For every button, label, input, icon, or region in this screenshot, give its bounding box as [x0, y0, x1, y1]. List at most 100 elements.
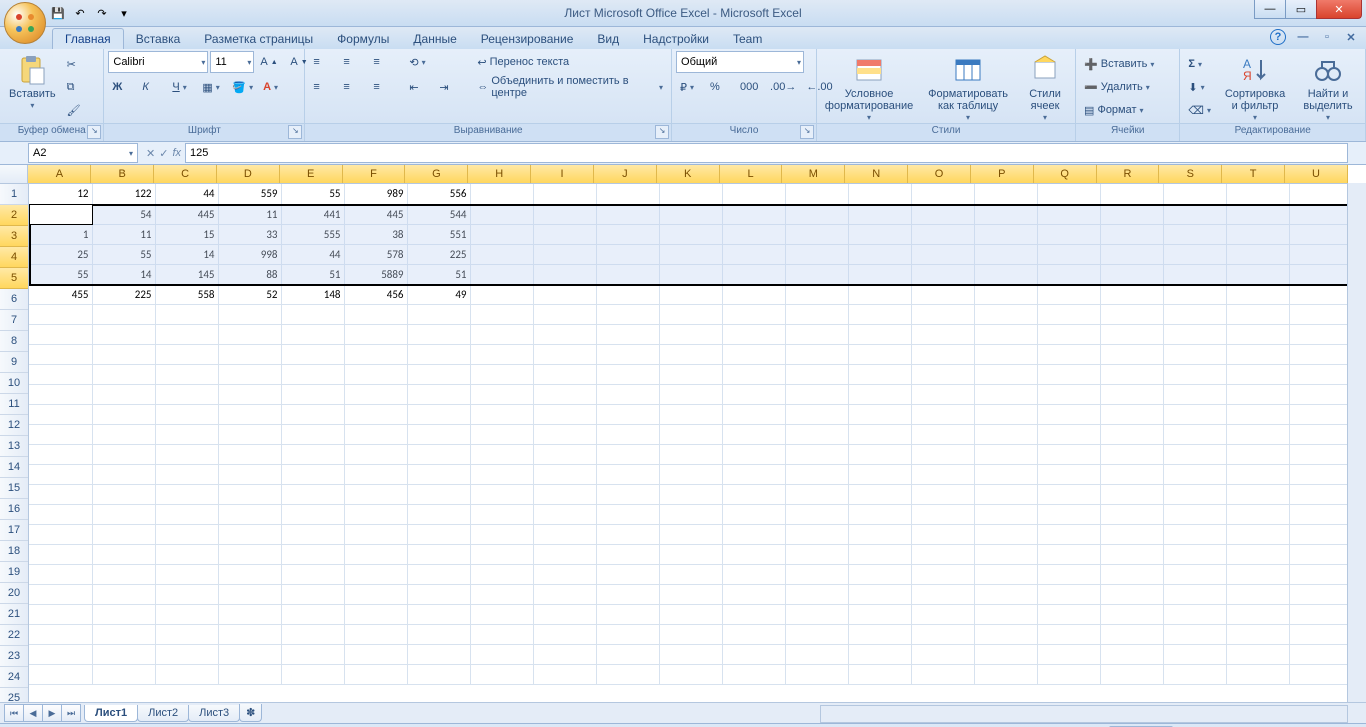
cell[interactable]	[911, 544, 974, 564]
cell[interactable]	[533, 444, 596, 464]
cell[interactable]: 44	[155, 184, 218, 204]
cell[interactable]	[29, 464, 92, 484]
cell[interactable]	[533, 464, 596, 484]
cell[interactable]	[155, 404, 218, 424]
cell[interactable]	[974, 564, 1037, 584]
cell[interactable]	[1226, 284, 1289, 304]
cell[interactable]	[1163, 344, 1226, 364]
column-header[interactable]: T	[1222, 165, 1285, 183]
cell[interactable]	[407, 484, 470, 504]
cell[interactable]	[155, 424, 218, 444]
align-left-button[interactable]: ≡	[309, 76, 337, 98]
cell[interactable]: 551	[407, 224, 470, 244]
cell[interactable]	[533, 604, 596, 624]
cell[interactable]	[722, 564, 785, 584]
cell[interactable]	[974, 484, 1037, 504]
cell[interactable]	[281, 324, 344, 344]
cell[interactable]	[1100, 504, 1163, 524]
cell[interactable]	[659, 184, 722, 204]
cell[interactable]	[596, 404, 659, 424]
cell[interactable]	[533, 424, 596, 444]
cell[interactable]	[848, 224, 911, 244]
column-header[interactable]: H	[468, 165, 531, 183]
column-header[interactable]: R	[1097, 165, 1160, 183]
column-header[interactable]: O	[908, 165, 971, 183]
tab-team[interactable]: Team	[721, 29, 774, 49]
cell[interactable]	[155, 604, 218, 624]
cell[interactable]	[911, 384, 974, 404]
decrease-indent-button[interactable]: ⇤	[405, 76, 433, 98]
cell[interactable]: 52	[218, 284, 281, 304]
cell[interactable]	[785, 244, 848, 264]
cell[interactable]	[596, 424, 659, 444]
cell[interactable]	[596, 524, 659, 544]
cell[interactable]	[218, 344, 281, 364]
cell[interactable]	[785, 364, 848, 384]
cell[interactable]	[911, 664, 974, 684]
sheet-nav-prev-icon[interactable]: ◀	[23, 704, 43, 722]
cell[interactable]	[470, 404, 533, 424]
cell[interactable]	[344, 424, 407, 444]
cell[interactable]	[1226, 584, 1289, 604]
cell[interactable]	[344, 444, 407, 464]
cell[interactable]	[1037, 504, 1100, 524]
cell[interactable]	[470, 284, 533, 304]
cell[interactable]	[1289, 384, 1352, 404]
cell[interactable]	[344, 564, 407, 584]
cell[interactable]	[29, 444, 92, 464]
cell[interactable]	[218, 384, 281, 404]
cell[interactable]	[1163, 204, 1226, 224]
cell[interactable]	[974, 344, 1037, 364]
cell[interactable]	[785, 524, 848, 544]
cell[interactable]: 5889	[344, 264, 407, 284]
undo-icon[interactable]: ↶	[70, 3, 90, 23]
cell[interactable]	[659, 464, 722, 484]
cell[interactable]: 44	[281, 244, 344, 264]
cell[interactable]	[281, 344, 344, 364]
cell[interactable]	[344, 504, 407, 524]
cell[interactable]	[1226, 464, 1289, 484]
cell[interactable]	[785, 284, 848, 304]
cell[interactable]	[29, 304, 92, 324]
cell[interactable]	[1100, 584, 1163, 604]
cell[interactable]	[722, 284, 785, 304]
cell[interactable]	[407, 584, 470, 604]
cell[interactable]	[848, 644, 911, 664]
cell[interactable]	[596, 464, 659, 484]
row-header[interactable]: 21	[0, 604, 28, 625]
cell[interactable]	[1037, 344, 1100, 364]
cell[interactable]	[155, 504, 218, 524]
cell[interactable]	[29, 364, 92, 384]
cell[interactable]	[1100, 464, 1163, 484]
cell[interactable]	[1163, 504, 1226, 524]
cell[interactable]	[407, 444, 470, 464]
cell[interactable]	[281, 624, 344, 644]
cell[interactable]: 11	[218, 204, 281, 224]
cell[interactable]	[911, 604, 974, 624]
cell[interactable]	[1037, 424, 1100, 444]
cell[interactable]	[722, 544, 785, 564]
cell[interactable]	[785, 444, 848, 464]
cell[interactable]	[1037, 564, 1100, 584]
cell[interactable]	[848, 264, 911, 284]
cell[interactable]	[218, 324, 281, 344]
cell[interactable]	[974, 224, 1037, 244]
cell[interactable]	[533, 504, 596, 524]
cell[interactable]	[974, 244, 1037, 264]
tab-разметка страницы[interactable]: Разметка страницы	[192, 29, 325, 49]
cell[interactable]	[407, 404, 470, 424]
cell[interactable]	[974, 264, 1037, 284]
restore-window-icon[interactable]: ▫	[1320, 30, 1334, 44]
cell[interactable]	[911, 364, 974, 384]
cell[interactable]: 225	[92, 284, 155, 304]
cell[interactable]	[92, 544, 155, 564]
cell[interactable]	[785, 304, 848, 324]
cell[interactable]	[974, 304, 1037, 324]
cell[interactable]: 12	[29, 184, 92, 204]
help-icon[interactable]: ?	[1270, 29, 1286, 45]
cell[interactable]	[1289, 424, 1352, 444]
cell[interactable]	[911, 484, 974, 504]
cell[interactable]	[155, 624, 218, 644]
cell[interactable]	[1226, 564, 1289, 584]
cell[interactable]	[533, 304, 596, 324]
